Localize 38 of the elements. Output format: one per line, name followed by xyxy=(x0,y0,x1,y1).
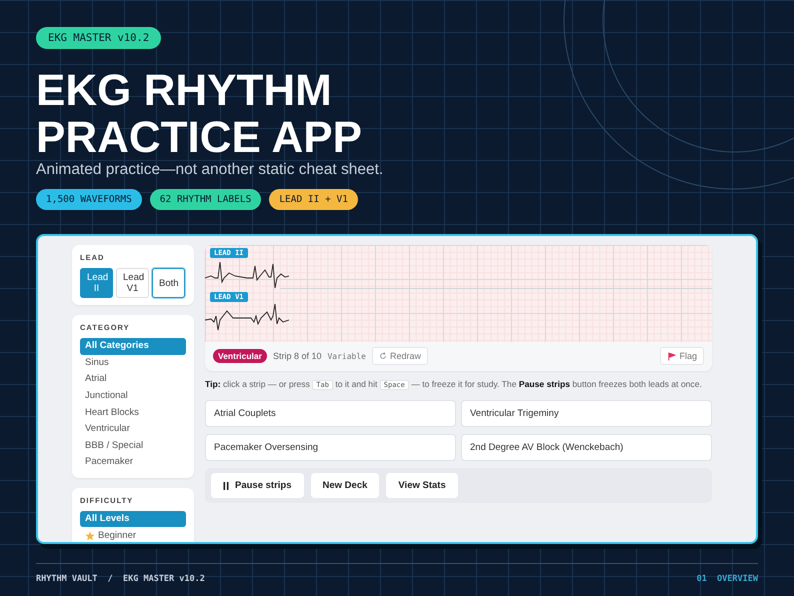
page-title: PRACTICE APP xyxy=(36,114,362,161)
flag-icon xyxy=(667,352,676,360)
flag-button[interactable]: Flag xyxy=(660,347,704,365)
answer-option[interactable]: Ventricular Trigeminy xyxy=(461,400,712,427)
action-button[interactable]: New Deck xyxy=(310,473,380,498)
difficulty-item[interactable]: All Levels xyxy=(80,510,186,528)
stat-pill: LEAD II + V1 xyxy=(269,189,358,210)
category-item[interactable]: BBB / Special xyxy=(80,438,186,454)
redo-icon xyxy=(379,352,387,360)
page-label: 01 OVERVIEW xyxy=(696,574,758,584)
pause-icon xyxy=(223,482,229,490)
category-item[interactable]: Ventricular xyxy=(80,420,186,438)
difficulty-item[interactable]: Beginner xyxy=(80,527,186,542)
action-button[interactable]: View Stats xyxy=(386,473,458,498)
stat-pill: 62 RHYTHM LABELS xyxy=(150,189,262,210)
category-item[interactable]: All Categories xyxy=(80,338,186,355)
strip-counter: Strip 8 of 10 xyxy=(272,351,322,361)
answer-option[interactable]: Atrial Couplets xyxy=(205,400,456,427)
version-badge: EKG MASTER v10.2 xyxy=(36,27,162,49)
breadcrumb: RHYTHM VAULT / EKG MASTER v10.2 xyxy=(36,574,205,584)
action-button[interactable]: Pause strips xyxy=(211,473,304,498)
category-item[interactable]: Sinus xyxy=(80,354,186,372)
category-item[interactable]: Pacemaker xyxy=(80,454,186,471)
answer-option[interactable]: 2nd Degree AV Block (Wenckebach) xyxy=(461,434,712,461)
rate-label: Variable xyxy=(327,352,366,360)
category-tag: Ventricular xyxy=(213,349,267,363)
category-item[interactable]: Atrial xyxy=(80,371,186,388)
lead-toggle[interactable]: Both xyxy=(152,268,185,298)
lead-toggle[interactable]: Lead II xyxy=(80,268,113,298)
subtitle: Animated practice—not another static cheat sheet. xyxy=(36,161,384,179)
lead-toggle[interactable]: Lead V1 xyxy=(116,268,149,298)
page-title: EKG RHYTHM xyxy=(36,67,332,114)
stat-pill: 1,500 WAVEFORMS xyxy=(36,189,142,210)
answer-option[interactable]: Pacemaker Oversensing xyxy=(205,434,456,461)
star-icon xyxy=(85,530,95,541)
category-item[interactable]: Junctional xyxy=(80,388,186,404)
category-item[interactable]: Heart Blocks xyxy=(80,404,186,421)
redraw-button[interactable]: Redraw xyxy=(372,347,428,365)
